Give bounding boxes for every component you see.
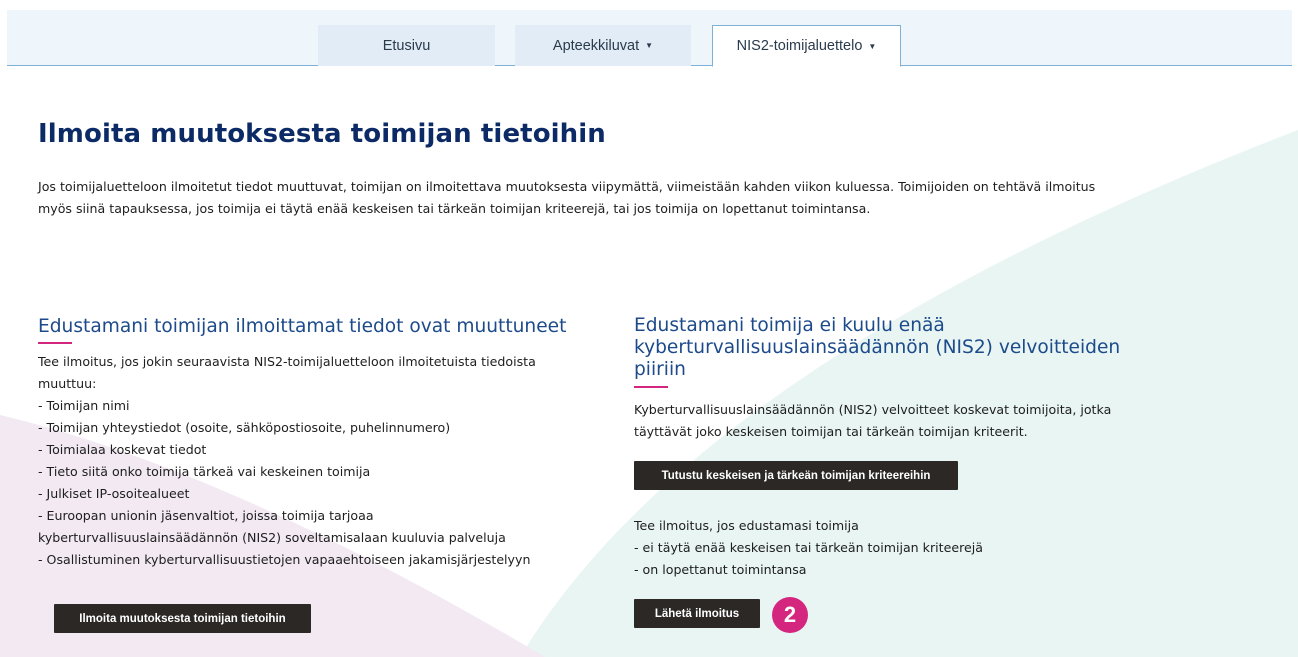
list-item: - Toimialaa koskevat tiedot	[38, 442, 207, 457]
intro-line: myös siinä tapauksessa, jos toimija ei t…	[38, 201, 871, 216]
list-item: - Osallistuminen kyberturvallisuustietoj…	[38, 552, 531, 567]
list-item: - Tieto siitä onko toimija tärkeä vai ke…	[38, 464, 371, 479]
list-item: - on lopettanut toimintansa	[634, 562, 807, 577]
step-number-badge: 2	[772, 597, 808, 633]
description-line: Kyberturvallisuuslainsäädännön (NIS2) ve…	[634, 402, 1112, 417]
description-line: täyttävät joko keskeisen toimijan tai tä…	[634, 424, 1028, 439]
right-section-heading: Edustamani toimija ei kuulu enää kybertu…	[634, 315, 1194, 381]
list-item: - Julkiset IP-osoitealueet	[38, 486, 190, 501]
notice-line: Tee ilmoitus, jos edustamasi toimija	[634, 518, 859, 533]
heading-underline	[38, 342, 72, 344]
right-section-description: Kyberturvallisuuslainsäädännön (NIS2) ve…	[634, 399, 1194, 443]
list-item: - ei täytä enää keskeisen tai tärkeän to…	[634, 540, 983, 555]
criteria-button[interactable]: Tutustu keskeisen ja tärkeän toimijan kr…	[634, 461, 958, 490]
heading-line: kyberturvallisuuslainsäädännön (NIS2) ve…	[634, 337, 1121, 358]
list-item: - Euroopan unionin jäsenvaltiot, joissa …	[38, 508, 374, 523]
send-notice-button[interactable]: Lähetä ilmoitus	[634, 599, 760, 628]
heading-underline	[634, 386, 668, 388]
left-section-heading: Edustamani toimijan ilmoittamat tiedot o…	[38, 316, 567, 337]
page-title: Ilmoita muutoksesta toimijan tietoihin	[38, 119, 606, 149]
main-content: Ilmoita muutoksesta toimijan tietoihin J…	[0, 0, 1298, 657]
list-item: muuttuu:	[38, 376, 97, 391]
right-section-notice: Tee ilmoitus, jos edustamasi toimija - e…	[634, 515, 1194, 581]
list-item: Tee ilmoitus, jos jokin seuraavista NIS2…	[38, 354, 536, 369]
report-change-button[interactable]: Ilmoita muutoksesta toimijan tietoihin	[54, 604, 311, 633]
list-item: - Toimijan nimi	[38, 398, 130, 413]
heading-line: piiriin	[634, 359, 686, 380]
list-item: - Toimijan yhteystiedot (osoite, sähköpo…	[38, 420, 451, 435]
intro-paragraph: Jos toimijaluetteloon ilmoitetut tiedot …	[38, 176, 1268, 220]
heading-line: Edustamani toimija ei kuulu enää	[634, 315, 945, 336]
list-item: kyberturvallisuuslainsäädännön (NIS2) so…	[38, 530, 506, 545]
intro-line: Jos toimijaluetteloon ilmoitetut tiedot …	[38, 179, 1096, 194]
left-section-text: Tee ilmoitus, jos jokin seuraavista NIS2…	[38, 351, 598, 571]
